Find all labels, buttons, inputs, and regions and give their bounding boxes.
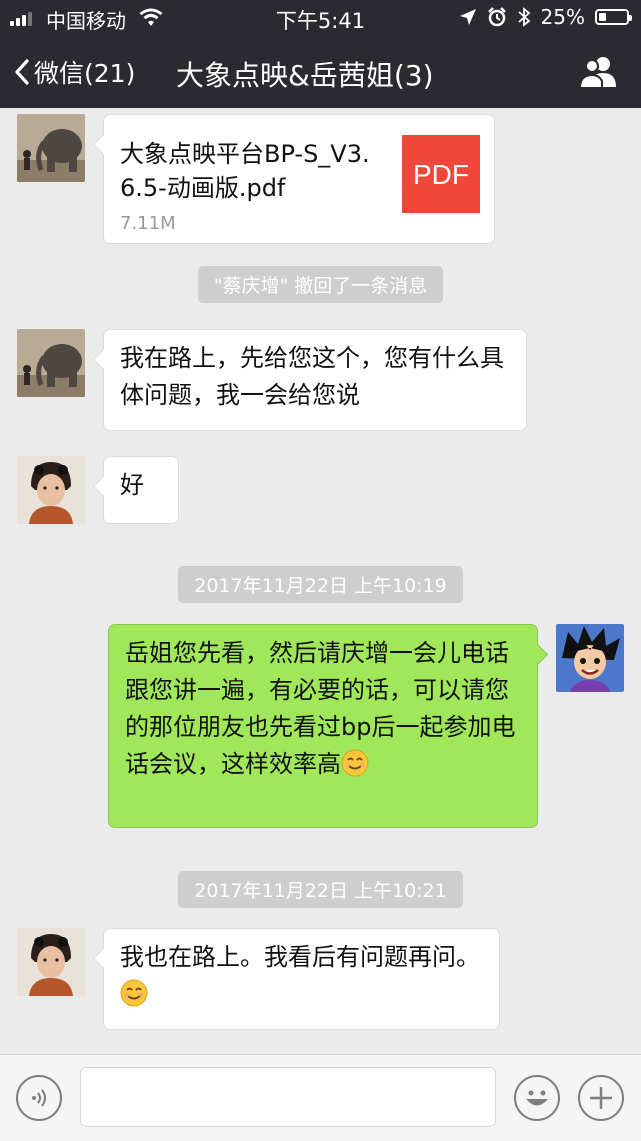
avatar-elephant[interactable]: [17, 114, 85, 182]
file-size: 7.11M: [120, 213, 176, 234]
plus-icon: [590, 1087, 612, 1109]
status-bar: 中国移动 下午5:41 25%: [0, 0, 641, 34]
recall-notice: "蔡庆增" 撤回了一条消息: [0, 266, 641, 303]
avatar-woman[interactable]: [17, 456, 85, 524]
message-input[interactable]: [80, 1067, 496, 1127]
back-label: 微信(21): [34, 59, 136, 88]
chat-title: 大象点映&岳茜姐(3): [176, 59, 434, 92]
smile-emoji-icon: [341, 749, 369, 777]
contacts-icon[interactable]: [579, 54, 619, 90]
woman-avatar-image: [17, 456, 85, 524]
recall-notice-text: "蔡庆增" 撤回了一条消息: [197, 266, 444, 303]
chat-header: 微信(21) 大象点映&岳茜姐(3): [0, 40, 641, 106]
timestamp: 2017年11月22日 上午10:21: [0, 871, 641, 908]
more-button[interactable]: [578, 1075, 624, 1121]
battery-icon: [595, 9, 632, 25]
avatar-woman[interactable]: [17, 928, 85, 996]
message-bubble-incoming[interactable]: 我也在路上。我看后有问题再问。: [103, 928, 500, 1030]
smile-emoji-icon: [120, 979, 148, 1007]
emoji-button[interactable]: [514, 1075, 560, 1121]
woman-avatar-image: [17, 928, 85, 996]
back-button[interactable]: 微信(21): [14, 54, 135, 90]
avatar-elephant[interactable]: [17, 329, 85, 397]
top-bar: 中国移动 下午5:41 25% 微信(21) 大象点映&岳茜姐(3): [0, 0, 641, 108]
voice-icon: [32, 1089, 46, 1107]
avatar-goku[interactable]: [556, 624, 624, 692]
file-message-bubble[interactable]: 大象点映平台BP-S_V3.6.5-动画版.pdf 7.11M PDF: [103, 114, 495, 244]
elephant-avatar-image: [17, 329, 85, 397]
chevron-left-icon: [15, 59, 29, 85]
status-right: 25%: [459, 5, 632, 29]
message-text: 岳姐您先看，然后请庆增一会儿电话跟您讲一遍，有必要的话，可以请您的那位朋友也先看…: [125, 639, 516, 778]
message-bubble-outgoing[interactable]: 岳姐您先看，然后请庆增一会儿电话跟您讲一遍，有必要的话，可以请您的那位朋友也先看…: [108, 624, 538, 828]
file-name: 大象点映平台BP-S_V3.6.5-动画版.pdf: [120, 140, 370, 202]
goku-avatar-image: [556, 624, 624, 692]
input-bar: [0, 1054, 641, 1141]
pdf-icon: PDF: [402, 135, 480, 213]
chat-area[interactable]: 大象点映平台BP-S_V3.6.5-动画版.pdf 7.11M PDF "蔡庆增…: [0, 108, 641, 1054]
voice-button[interactable]: [16, 1075, 62, 1121]
battery-level: [599, 13, 606, 21]
emoji-icon: [526, 1090, 548, 1106]
timestamp-text: 2017年11月22日 上午10:19: [178, 566, 463, 603]
bluetooth-icon: [517, 7, 530, 27]
message-text: 我也在路上。我看后有问题再问。: [120, 943, 480, 971]
alarm-icon: [487, 7, 506, 27]
elephant-avatar-image: [17, 114, 85, 182]
timestamp: 2017年11月22日 上午10:19: [0, 566, 641, 603]
pdf-icon-label: PDF: [413, 158, 469, 190]
timestamp-text: 2017年11月22日 上午10:21: [178, 871, 463, 908]
location-icon: [459, 9, 476, 25]
message-text: 好: [120, 471, 144, 499]
message-bubble-incoming[interactable]: 好: [103, 456, 179, 524]
message-text: 我在路上，先给您这个，您有什么具体问题，我一会给您说: [120, 344, 504, 409]
battery-percent: 25%: [540, 5, 585, 29]
message-bubble-incoming[interactable]: 我在路上，先给您这个，您有什么具体问题，我一会给您说: [103, 329, 527, 431]
